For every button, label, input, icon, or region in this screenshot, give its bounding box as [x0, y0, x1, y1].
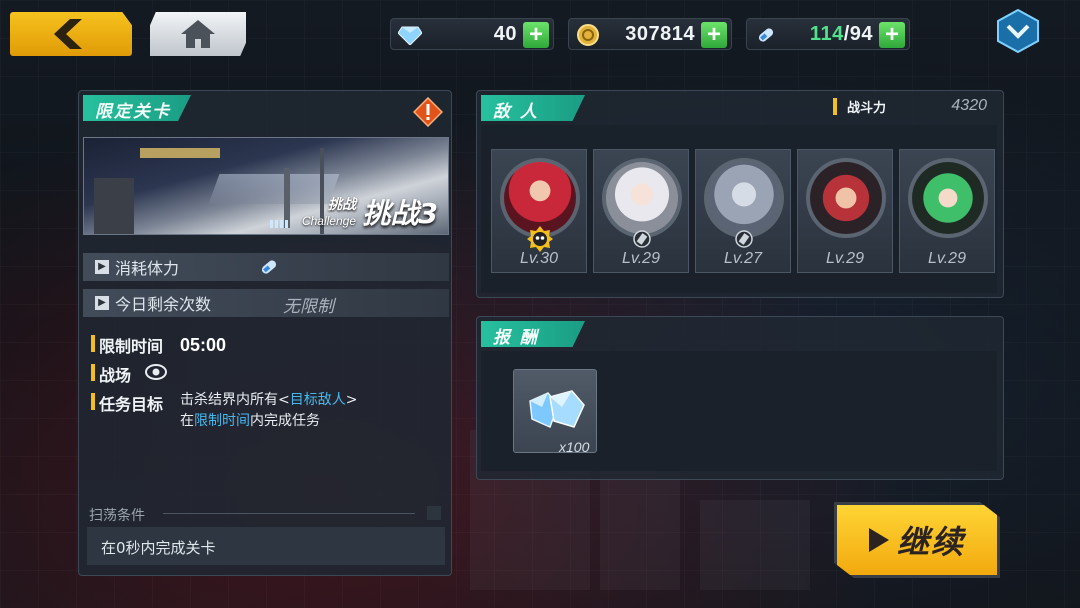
- enemy-card[interactable]: Lv.29: [899, 149, 995, 273]
- enemy-card[interactable]: Lv.29: [797, 149, 893, 273]
- target-enemy-link: 目标敌人: [289, 392, 346, 408]
- gold-counter: 307814 +: [568, 18, 732, 50]
- gold-coin-icon: [575, 22, 601, 48]
- enemy-portrait: [704, 158, 784, 238]
- stamina-cost-row: ▶ 消耗体力: [83, 253, 449, 281]
- stamina-value: 114/94: [809, 23, 873, 45]
- objective-row: 任务目标: [91, 391, 163, 415]
- time-limit-row: 限制时间: [91, 333, 163, 357]
- enemy-card[interactable]: Lv.29: [593, 149, 689, 273]
- enemy-portrait: [806, 158, 886, 238]
- enemy-card[interactable]: Lv.30: [491, 149, 587, 273]
- enemy-card[interactable]: Lv.27: [695, 149, 791, 273]
- element-icon: [735, 230, 753, 248]
- combat-power-label: 战斗力: [847, 100, 887, 116]
- stage-subtitle: 挑战: [328, 197, 356, 213]
- sweep-condition-text: 在0秒内完成关卡: [87, 527, 445, 565]
- background-block: [700, 500, 810, 590]
- continue-button[interactable]: 继续: [834, 502, 1000, 578]
- stage-stripes: [270, 220, 290, 228]
- stage-tag: 限定关卡: [83, 95, 191, 121]
- divider: [163, 513, 415, 514]
- enemy-portrait: [602, 158, 682, 238]
- daily-attempts-label: 今日剩余次数: [115, 295, 212, 314]
- battlefield-row: 战场: [91, 362, 131, 386]
- combat-power-value: 4320: [951, 97, 987, 114]
- objective-text: 击杀结界内所有<目标敌人> 在限制时间内完成任务: [180, 392, 358, 429]
- crystal-icon: [397, 22, 423, 48]
- boss-skull-icon: [527, 226, 553, 252]
- reward-panel: 报 酬 x100: [476, 316, 1004, 480]
- add-gold-button[interactable]: +: [701, 22, 727, 48]
- crystal-value: 40: [493, 23, 517, 45]
- warning-icon: [413, 97, 443, 127]
- stamina-counter: 114/94 +: [746, 18, 910, 50]
- stage-preview-image: 挑战 Challenge 挑战3: [83, 137, 449, 235]
- chevron-left-icon: [54, 19, 82, 49]
- time-limit-link: 限制时间: [194, 413, 250, 429]
- arrow-right-icon: ▶: [95, 296, 109, 310]
- eye-icon[interactable]: [145, 363, 167, 381]
- accent-bar: [91, 393, 95, 410]
- stamina-cost-label: 消耗体力: [115, 259, 180, 278]
- background-block: [600, 470, 680, 590]
- reward-tag: 报 酬: [481, 321, 585, 347]
- crystal-counter: 40 +: [390, 18, 554, 50]
- menu-button[interactable]: [996, 8, 1040, 54]
- enemy-portrait: [908, 158, 988, 238]
- reward-quantity: x100: [559, 439, 590, 455]
- element-icon: [633, 230, 651, 248]
- continue-label: 继续: [896, 523, 965, 561]
- accent-bar: [833, 97, 837, 115]
- combat-power: 战斗力 4320: [833, 95, 991, 117]
- time-limit-label: 限制时间: [99, 337, 164, 356]
- home-icon: [181, 20, 215, 48]
- enemies-panel: 敌 人 战斗力 4320 Lv.30 Lv.29 Lv.27 Lv.29 Lv.…: [476, 90, 1004, 298]
- daily-attempts-value: 无限制: [283, 297, 334, 317]
- back-button[interactable]: [10, 12, 132, 56]
- add-crystal-button[interactable]: +: [523, 22, 549, 48]
- battlefield-label: 战场: [99, 366, 132, 385]
- time-limit-value: 05:00: [180, 335, 227, 355]
- add-stamina-button[interactable]: +: [879, 22, 905, 48]
- enemy-level: Lv.27: [724, 250, 762, 267]
- enemy-level: Lv.30: [520, 250, 558, 267]
- sweep-condition-title: 扫荡条件: [89, 508, 145, 524]
- enemy-level: Lv.29: [928, 250, 966, 267]
- stage-subtitle-en: Challenge: [301, 214, 356, 228]
- stage-info-panel: 限定关卡 挑战 Challenge 挑战3 ▶ 消耗体力 ▶ 今日剩余次数 无限…: [78, 90, 452, 576]
- enemies-tag: 敌 人: [481, 95, 585, 121]
- daily-attempts-row: ▶ 今日剩余次数 无限制: [83, 289, 449, 317]
- divider-cap: [427, 506, 441, 520]
- stamina-icon: [753, 22, 779, 48]
- stamina-icon: [261, 260, 277, 274]
- home-button[interactable]: [150, 12, 246, 56]
- enemy-level: Lv.29: [826, 250, 864, 267]
- accent-bar: [91, 364, 95, 381]
- arrow-right-icon: ▶: [95, 260, 109, 274]
- accent-bar: [91, 335, 95, 352]
- chevron-down-icon: [997, 8, 1039, 54]
- stage-title: 挑战3: [362, 197, 438, 230]
- play-icon: [868, 528, 889, 552]
- objective-label: 任务目标: [99, 395, 164, 414]
- crystal-icon: [529, 390, 585, 429]
- gold-value: 307814: [625, 23, 695, 45]
- enemy-level: Lv.29: [622, 250, 660, 267]
